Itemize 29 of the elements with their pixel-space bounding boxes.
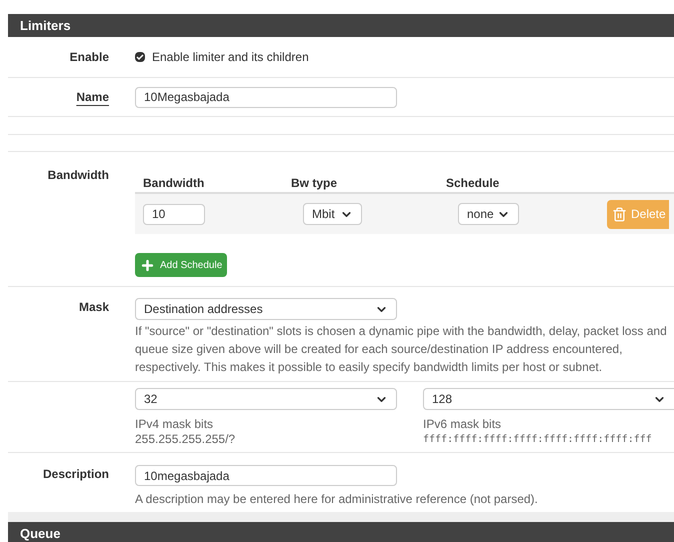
plus-icon — [140, 258, 155, 272]
help-text: If "source" or "destination" slots is chosen a dynamic pipe with the bandwidth, delay, packet loss and queue size given above will be created for each source/destination IP address encountered, respectively. This makes it possible to easily specify bandwidth limits per host or subnet. — [135, 323, 668, 376]
help-text: IPv6 mask bits — [423, 417, 502, 432]
help-text: ffff:ffff:ffff:ffff:ffff:ffff:ffff:fff — [423, 433, 653, 447]
help-text: IPv4 mask bits — [135, 417, 214, 432]
bandwidth-field[interactable]: 10 — [143, 204, 205, 224]
checkbox-label: Enable limiter and its children — [152, 49, 309, 66]
field-label: Mask — [78, 300, 109, 314]
checkbox[interactable] — [135, 52, 145, 62]
column-header: Schedule — [446, 175, 500, 192]
trash-icon — [612, 206, 627, 222]
schedule-select[interactable]: none — [458, 203, 519, 225]
help-text: 255.255.255.255/? — [135, 432, 236, 447]
name-field[interactable]: 10Megasbajada — [135, 86, 397, 108]
field-label: Enable — [70, 50, 109, 64]
column-header: Bw type — [291, 175, 338, 192]
panel-header: Limiters — [8, 14, 674, 37]
column-header: Bandwidth — [143, 175, 206, 192]
panel-header: Queue — [8, 522, 674, 542]
bw-type-select[interactable]: Mbit — [303, 203, 362, 225]
field-label: Name — [76, 90, 109, 104]
field-label: Description — [42, 467, 109, 481]
ipv6-mask-select[interactable]: 128 — [423, 388, 674, 410]
field-label: Bandwidth — [48, 168, 109, 182]
help-text: A description may be entered here for administrative reference (not parsed). — [135, 491, 538, 508]
mask-select[interactable]: Destination addresses — [135, 298, 397, 320]
description-field[interactable]: 10megasbajada — [135, 465, 397, 486]
check-icon — [136, 53, 144, 61]
ipv4-mask-select[interactable]: 32 — [135, 388, 397, 410]
